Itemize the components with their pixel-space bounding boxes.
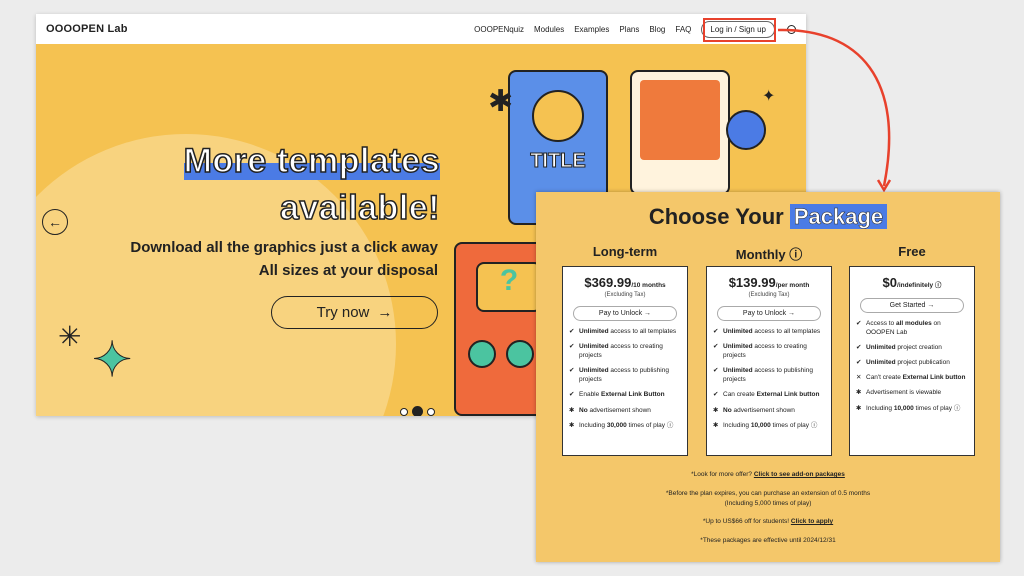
plan-feature: ✔ Unlimited access to publishing projects bbox=[713, 367, 813, 384]
plan-name: Monthly ⓘ bbox=[735, 247, 803, 262]
add-on-packages-link[interactable]: Click to see add-on packages bbox=[754, 471, 845, 478]
plan-name: Free bbox=[898, 244, 926, 259]
check-icon: ✔ bbox=[856, 344, 862, 352]
plan-feature: ✱ Advertisement is viewable bbox=[856, 389, 942, 397]
plan-feature: ✔ Unlimited access to all templates bbox=[569, 328, 677, 335]
plan-long-term: Long-term $369.99/10 months (Excluding T… bbox=[562, 244, 688, 456]
check-icon: ✔ bbox=[569, 343, 575, 351]
plan-feature: ✱ Including 10,000 times of play ⓘ bbox=[856, 404, 961, 412]
plan-monthly: Monthly ⓘ $139.99/per month (Excluding T… bbox=[706, 244, 832, 456]
plan-price: $0/indefinitely ⓘ bbox=[882, 275, 942, 290]
plan-feature: ✔ Unlimited access to creating projects bbox=[569, 343, 663, 360]
pricing-panel: Choose Your Package Long-term $369.99/10… bbox=[536, 192, 1000, 562]
plan-feature: ✔ Unlimited access to publishing projects bbox=[569, 367, 669, 384]
pricing-title: Choose Your Package bbox=[536, 204, 1000, 230]
plan-feature: ✱ Including 10,000 times of play ⓘ bbox=[713, 421, 818, 429]
plan-feature: ✔ Unlimited project creation bbox=[856, 344, 942, 352]
student-apply-link[interactable]: Click to apply bbox=[791, 518, 833, 525]
plan-card: $0/indefinitely ⓘ Get Started → ✔ Access t… bbox=[849, 266, 975, 456]
check-icon: ✔ bbox=[713, 328, 719, 335]
plan-cta-button[interactable]: Pay to Unlock → bbox=[717, 306, 821, 321]
cross-icon: ✕ bbox=[856, 374, 862, 382]
check-icon: ✔ bbox=[569, 328, 575, 335]
asterisk-icon: ✱ bbox=[856, 389, 862, 397]
pricing-notes: *Look for more offer? Click to see add-o… bbox=[665, 471, 871, 544]
asterisk-icon: ✱ bbox=[713, 406, 719, 414]
plan-feature: ✱ No advertisement shown bbox=[569, 406, 651, 414]
plan-cta-button[interactable]: Pay to Unlock → bbox=[573, 306, 677, 321]
plan-feature: ✕ Can't create External Link button bbox=[856, 374, 966, 382]
plan-free: Free $0/indefinitely ⓘ Get Started → ✔ Acc… bbox=[849, 244, 975, 456]
plan-tax-note: (Excluding Tax) bbox=[748, 292, 790, 298]
plan-feature: ✔ Can create External Link button bbox=[713, 391, 820, 399]
check-icon: ✔ bbox=[713, 343, 719, 351]
plan-cta-button[interactable]: Get Started → bbox=[860, 298, 964, 313]
asterisk-icon: ✱ bbox=[856, 404, 862, 412]
check-icon: ✔ bbox=[713, 367, 719, 375]
plan-card: $139.99/per month (Excluding Tax) Pay to… bbox=[706, 266, 832, 456]
check-icon: ✔ bbox=[713, 391, 719, 399]
check-icon: ✔ bbox=[856, 359, 862, 367]
plan-name: Long-term bbox=[592, 244, 658, 259]
check-icon: ✔ bbox=[856, 320, 862, 327]
asterisk-icon: ✱ bbox=[569, 421, 575, 429]
plan-price: $139.99/per month bbox=[728, 275, 810, 290]
check-icon: ✔ bbox=[569, 391, 575, 399]
plan-feature: ✔ Enable External Link Button bbox=[569, 391, 665, 399]
plan-feature: ✔ Unlimited project publication bbox=[856, 359, 950, 367]
plan-feature: ✱ No advertisement shown bbox=[713, 406, 795, 414]
asterisk-icon: ✱ bbox=[713, 421, 719, 429]
plan-price: $369.99/10 months bbox=[584, 275, 666, 290]
asterisk-icon: ✱ bbox=[569, 406, 575, 414]
plan-card: $369.99/10 months (Excluding Tax) Pay to… bbox=[562, 266, 688, 456]
plan-feature: ✔ Unlimited access to all templates bbox=[713, 328, 821, 335]
plan-feature: ✱ Including 30,000 times of play ⓘ bbox=[569, 421, 674, 429]
plan-feature: ✔ Access to all modules on OOOPEN Lab bbox=[856, 320, 941, 337]
plan-feature: ✔ Unlimited access to creating projects bbox=[713, 343, 807, 360]
check-icon: ✔ bbox=[569, 367, 575, 375]
plan-tax-note: (Excluding Tax) bbox=[604, 292, 646, 298]
